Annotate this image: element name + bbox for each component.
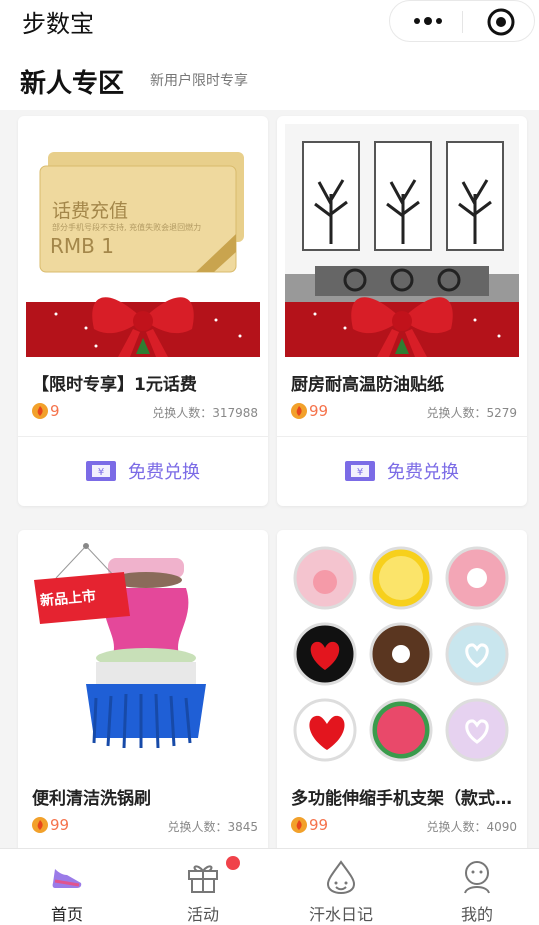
price-value: 99	[309, 816, 329, 834]
phone-holder-image	[285, 538, 519, 771]
flame-coin-icon	[32, 403, 48, 419]
product-price: 99	[291, 815, 328, 835]
image-card-note: 部分手机号段不支持, 充值失败会退回燃力	[52, 223, 202, 232]
price-value: 99	[50, 816, 70, 834]
redeem-button-label: 免费兑换	[387, 462, 459, 483]
close-mini-program-icon[interactable]	[486, 7, 516, 37]
image-card-title: 话费充值	[52, 200, 129, 222]
top-bar: 步数宝	[0, 0, 539, 45]
gift-icon	[188, 865, 218, 893]
product-grid: 话费充值 部分手机号段不支持, 充值失败会退回燃力 RMB 1 【限时专享】1元…	[0, 110, 539, 848]
redeem-count: 兑换人数：4090	[426, 820, 517, 834]
free-redeem-button[interactable]: ¥ 免费兑换	[18, 437, 268, 505]
more-icon[interactable]	[412, 15, 444, 27]
newcomer-section-header: 新人专区 新用户限时专享	[0, 45, 539, 110]
bottom-tab-bar: 首页 活动 汗水日记 我的	[0, 848, 539, 925]
price-value: 9	[50, 402, 60, 420]
price-value: 99	[309, 402, 329, 420]
flame-coin-icon	[291, 403, 307, 419]
app-title: 步数宝	[22, 10, 94, 38]
activity-notification-dot	[226, 856, 240, 870]
tab-label: 活动	[186, 905, 219, 924]
product-name: 厨房耐高温防油贴纸	[291, 375, 444, 395]
tab-label: 汗水日记	[308, 905, 373, 924]
section-title: 新人专区	[20, 69, 125, 99]
tab-label: 首页	[50, 905, 83, 924]
redeem-count: 兑换人数：3845	[167, 820, 258, 834]
flame-coin-icon	[291, 817, 307, 833]
product-card[interactable]: 新品上市 便利清洁洗锅刷 99 兑换人数：3845	[18, 530, 268, 848]
capsule-divider	[462, 11, 463, 33]
tab-home[interactable]: 首页	[0, 849, 134, 925]
redeem-count: 兑换人数：5279	[426, 406, 517, 420]
product-card[interactable]: 话费充值 部分手机号段不支持, 充值失败会退回燃力 RMB 1 【限时专享】1元…	[18, 116, 268, 506]
flame-coin-icon	[32, 817, 48, 833]
image-card-amount: RMB 1	[50, 234, 114, 258]
ticket-icon: ¥	[86, 461, 116, 481]
product-name: 便利清洁洗锅刷	[32, 789, 151, 809]
tab-activity[interactable]: 活动	[136, 849, 270, 925]
kitchen-sticker-image	[285, 124, 519, 357]
free-redeem-button[interactable]: ¥ 免费兑换	[277, 437, 527, 505]
tab-mine[interactable]: 我的	[410, 849, 539, 925]
ticket-icon: ¥	[345, 461, 375, 481]
svg-text:¥: ¥	[98, 467, 104, 478]
tab-sweat-diary[interactable]: 汗水日记	[274, 849, 408, 925]
section-subtitle: 新用户限时专享	[150, 73, 248, 89]
product-price: 99	[32, 815, 69, 835]
redeem-count: 兑换人数：317988	[152, 406, 258, 420]
mini-program-capsule	[389, 0, 535, 42]
pot-brush-image: 新品上市	[26, 538, 260, 771]
product-price: 99	[291, 401, 328, 421]
shoe-icon	[52, 869, 82, 888]
tab-label: 我的	[460, 905, 493, 924]
product-card[interactable]: 厨房耐高温防油贴纸 99 兑换人数：5279 ¥ 免费兑换	[277, 116, 527, 506]
phone-credit-image: 话费充值 部分手机号段不支持, 充值失败会退回燃力 RMB 1	[26, 124, 260, 357]
sweat-drop-icon	[326, 860, 356, 895]
redeem-button-label: 免费兑换	[128, 462, 200, 483]
product-price: 9	[32, 401, 60, 421]
product-card[interactable]: 多功能伸缩手机支架（款式随机） 99 兑换人数：4090	[277, 530, 527, 848]
svg-text:¥: ¥	[357, 467, 363, 478]
product-name: 多功能伸缩手机支架（款式随机）	[291, 789, 519, 809]
user-icon	[464, 861, 490, 894]
product-name: 【限时专享】1元话费	[32, 375, 197, 395]
